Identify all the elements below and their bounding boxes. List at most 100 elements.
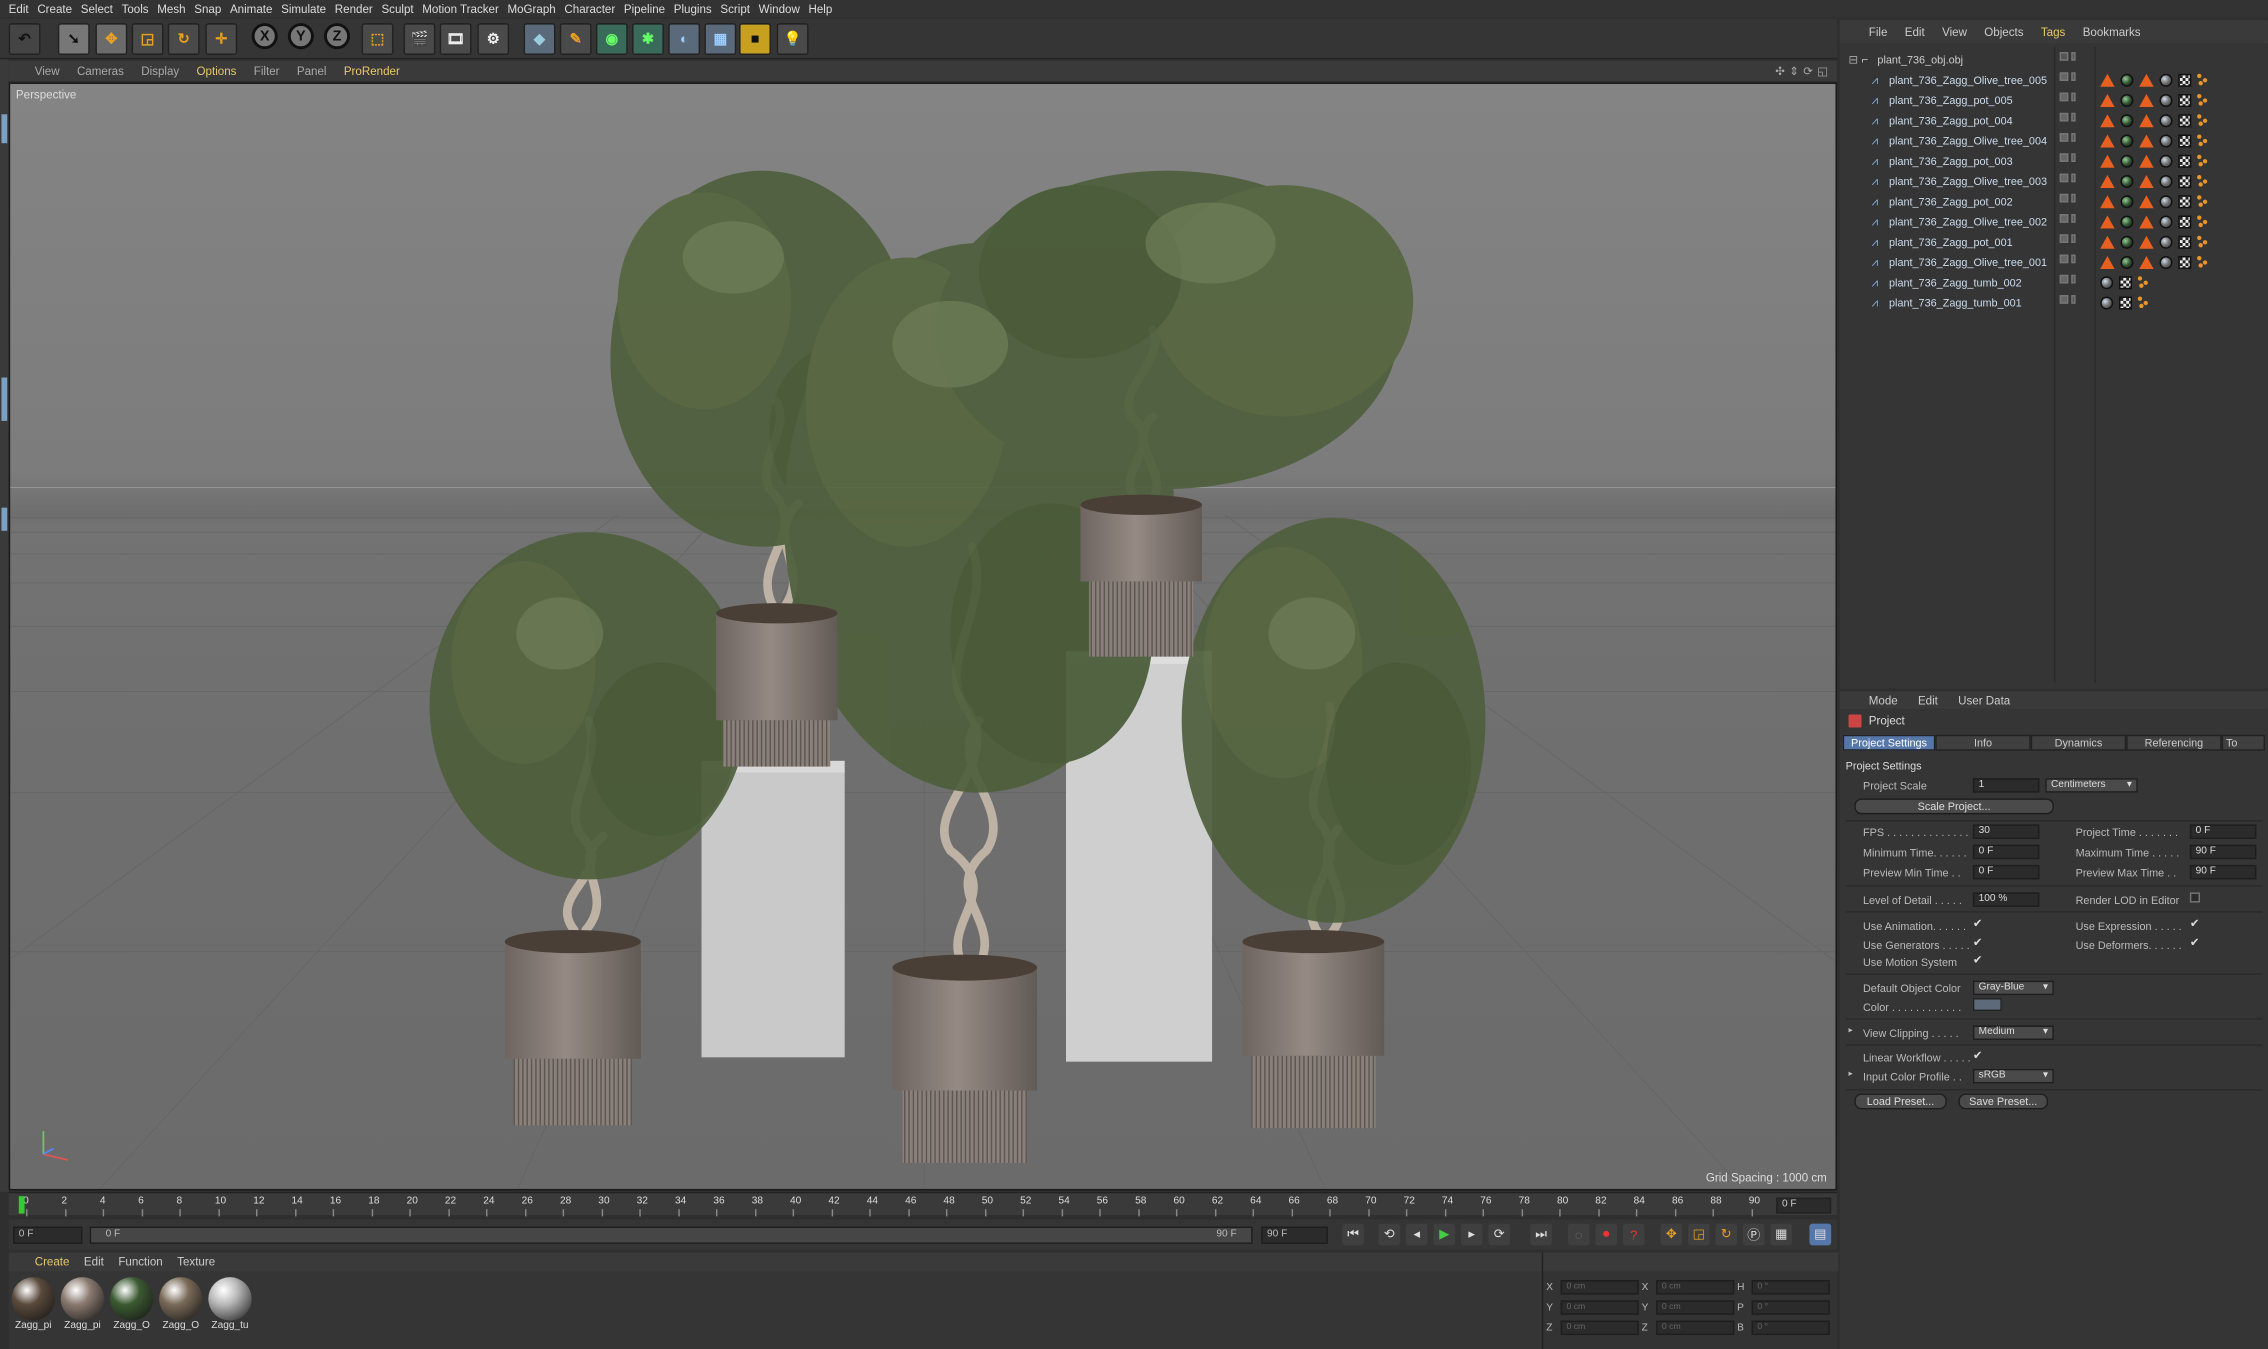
current-frame-field[interactable]: 0 F <box>13 1226 83 1244</box>
pan-icon[interactable]: ✣ <box>1775 64 1785 77</box>
visibility-flags[interactable] <box>2059 92 2080 107</box>
key-selection-icon[interactable]: ◌ <box>1567 1223 1590 1246</box>
render-lod-checkbox[interactable] <box>2189 892 2200 903</box>
y-axis-lock[interactable]: Y <box>287 23 314 50</box>
load-preset-button[interactable]: Load Preset... <box>1854 1093 1947 1110</box>
menu-simulate[interactable]: Simulate <box>281 2 335 15</box>
object-row[interactable]: ⩘ plant_736_Zagg_tumb_002 <box>1840 272 2268 292</box>
object-row[interactable]: ⩘ plant_736_Zagg_pot_001 <box>1840 231 2268 251</box>
phong-tag-icon[interactable] <box>2139 174 2154 188</box>
max-time-field[interactable]: 90 F <box>2189 844 2257 860</box>
dolly-icon[interactable]: ⇕ <box>1789 64 1799 77</box>
object-root-row[interactable]: ⊟ ⌐ plant_736_obj.obj <box>1840 49 2268 69</box>
timeline-end-field[interactable]: 0 F <box>1776 1197 1832 1214</box>
floor-icon[interactable]: ▦ <box>704 23 737 55</box>
material-tag-icon[interactable] <box>2120 113 2134 127</box>
uvw-tag-icon[interactable] <box>2118 275 2132 289</box>
selection-tag-icon[interactable] <box>2197 94 2209 106</box>
select-arrow-icon[interactable]: ➘ <box>57 23 90 55</box>
menu-mesh[interactable]: Mesh <box>157 2 194 15</box>
coordinate-field[interactable]: 0 cm <box>1560 1300 1639 1315</box>
selection-tag-icon[interactable] <box>2137 296 2150 309</box>
material-tag-icon[interactable] <box>2159 93 2173 107</box>
object-row[interactable]: ⩘ plant_736_Zagg_pot_005 <box>1840 90 2268 110</box>
material-tag-icon[interactable] <box>2120 93 2134 107</box>
coordinate-field[interactable]: 0 ° <box>1751 1280 1830 1295</box>
selection-tag-icon[interactable] <box>2197 256 2209 268</box>
material-tag-icon[interactable] <box>2159 113 2173 127</box>
project-scale-unit-dropdown[interactable]: Centimeters ▾ <box>2045 778 2138 793</box>
uvw-tag-icon[interactable] <box>2118 295 2132 309</box>
uvw-tag-icon[interactable] <box>2178 133 2192 147</box>
collapse-icon[interactable]: ⊟ <box>1848 53 1861 66</box>
default-color-dropdown[interactable]: Gray-Blue ▾ <box>1972 980 2054 996</box>
object-row[interactable]: ⩘ plant_736_Zagg_tumb_001 <box>1840 292 2268 312</box>
cube-icon[interactable]: ◆ <box>523 23 556 55</box>
go-to-end-icon[interactable]: ⏭ <box>1530 1223 1552 1246</box>
phong-tag-icon[interactable] <box>2139 133 2154 147</box>
coordinate-field[interactable]: 0 ° <box>1751 1300 1830 1315</box>
next-key-icon[interactable]: ⟳ <box>1488 1223 1511 1246</box>
phong-tag-icon[interactable] <box>2100 214 2115 228</box>
selection-tag-icon[interactable] <box>2197 114 2209 126</box>
tab-info[interactable]: Info <box>1935 734 2031 751</box>
key-param-icon[interactable]: Ⓟ <box>1742 1223 1765 1246</box>
key-position-icon[interactable]: ✥ <box>1660 1223 1683 1246</box>
material-swatch[interactable]: Zagg_O <box>159 1277 203 1335</box>
material-tag-icon[interactable] <box>2120 255 2134 269</box>
use-expression-checkbox[interactable]: ✔ <box>2190 918 2202 930</box>
scale-project-button[interactable]: Scale Project... <box>1854 798 2054 815</box>
timeline-ruler[interactable]: 0 2 4 6 8 10 12 14 16 18 20 22 24 26 28 30 32 34 36 38 40 42 4… <box>8 1191 1837 1217</box>
object-menu-objects[interactable]: Objects <box>1984 25 2023 38</box>
material-tag-icon[interactable] <box>2159 133 2173 147</box>
scale-icon[interactable]: ◲ <box>131 23 164 55</box>
render-picture-viewer-icon[interactable]: 🎞 <box>439 23 472 55</box>
previous-key-icon[interactable]: ⟲ <box>1378 1223 1401 1246</box>
undo-icon[interactable]: ↶ <box>8 23 41 55</box>
linear-workflow-checkbox[interactable]: ✔ <box>1973 1049 1985 1062</box>
attribute-menu-edit[interactable]: Edit <box>1918 694 1938 707</box>
use-motion-checkbox[interactable]: ✔ <box>1973 954 1985 967</box>
tab-referencing[interactable]: Referencing <box>2126 734 2222 751</box>
record-icon[interactable]: ⏺ <box>1595 1223 1618 1246</box>
lod-field[interactable]: 100 % <box>1972 892 2040 907</box>
menu-snap[interactable]: Snap <box>194 2 230 15</box>
phong-tag-icon[interactable] <box>2100 194 2115 208</box>
coordinate-field[interactable]: 0 cm <box>1656 1300 1735 1315</box>
tab-dynamics[interactable]: Dynamics <box>2030 734 2127 751</box>
move-icon[interactable]: ✥ <box>95 23 128 55</box>
tab-todo[interactable]: To <box>2221 734 2266 751</box>
object-menu-bookmarks[interactable]: Bookmarks <box>2083 25 2141 38</box>
phong-tag-icon[interactable] <box>2100 73 2115 87</box>
uvw-tag-icon[interactable] <box>2178 174 2192 188</box>
next-frame-icon[interactable]: ▸ <box>1460 1223 1483 1246</box>
visibility-flags[interactable] <box>2059 173 2080 188</box>
material-tag-icon[interactable] <box>2120 174 2134 188</box>
material-swatch[interactable]: Zagg_O <box>109 1277 154 1335</box>
material-tag-icon[interactable] <box>2120 194 2134 208</box>
visibility-flags[interactable] <box>2059 52 2080 66</box>
viewport-menu-filter[interactable]: Filter <box>254 64 280 77</box>
phong-tag-icon[interactable] <box>2100 174 2115 188</box>
playhead[interactable] <box>18 1196 25 1214</box>
material-tag-icon[interactable] <box>2159 194 2173 208</box>
phong-tag-icon[interactable] <box>2100 133 2115 147</box>
input-profile-dropdown[interactable]: sRGB ▾ <box>1972 1068 2054 1084</box>
deformer-icon[interactable]: ◐ <box>668 23 701 55</box>
edit-render-settings-icon[interactable]: ⚙ <box>477 23 510 55</box>
project-time-field[interactable]: 0 F <box>2189 824 2257 839</box>
visibility-flags[interactable] <box>2059 254 2080 269</box>
phong-tag-icon[interactable] <box>2100 113 2115 127</box>
material-tag-icon[interactable] <box>2159 235 2173 249</box>
material-menu-function[interactable]: Function <box>118 1255 162 1268</box>
uvw-tag-icon[interactable] <box>2178 93 2192 107</box>
selection-tag-icon[interactable] <box>2197 134 2209 147</box>
object-menu-edit[interactable]: Edit <box>1905 25 1925 38</box>
visibility-flags[interactable] <box>2059 295 2080 309</box>
menu-animate[interactable]: Animate <box>230 2 281 15</box>
phong-tag-icon[interactable] <box>2139 93 2154 107</box>
play-icon[interactable]: ▶ <box>1433 1223 1456 1246</box>
menu-sculpt[interactable]: Sculpt <box>381 2 422 15</box>
previous-frame-icon[interactable]: ◂ <box>1405 1223 1428 1246</box>
material-tag-icon[interactable] <box>2120 154 2134 168</box>
